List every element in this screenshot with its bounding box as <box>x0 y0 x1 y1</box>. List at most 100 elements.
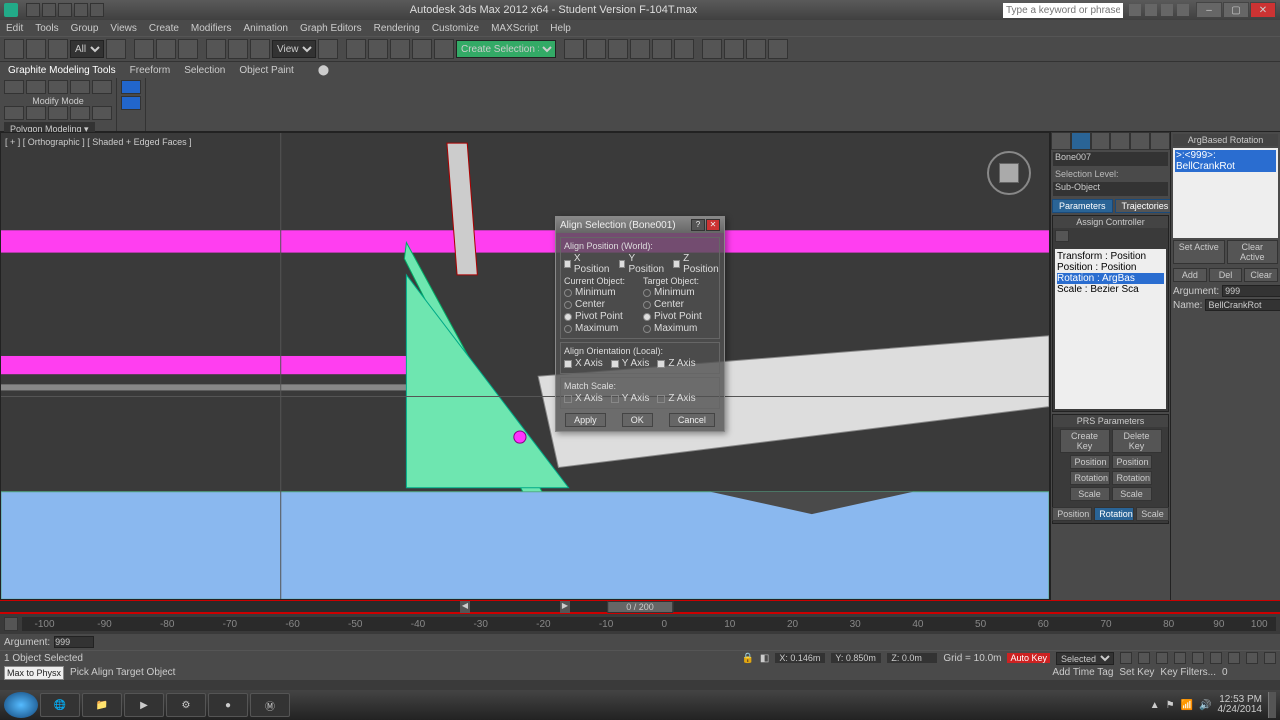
cmdtab-modify-icon[interactable] <box>1150 132 1170 150</box>
add-button[interactable]: Add <box>1173 268 1207 282</box>
cmdtab-create-icon[interactable] <box>1051 132 1071 150</box>
cmdtab-motion-icon[interactable] <box>1071 132 1091 150</box>
tray-expand-icon[interactable]: ▲ <box>1150 700 1160 711</box>
cmdtab-display-icon[interactable] <box>1110 132 1130 150</box>
trajectories-button[interactable]: Trajectories <box>1115 199 1176 213</box>
mm-4-icon[interactable] <box>70 106 90 120</box>
close-button[interactable]: ✕ <box>1250 2 1276 18</box>
menu-modifiers[interactable]: Modifiers <box>191 23 232 34</box>
select-lasso-icon[interactable] <box>156 39 176 59</box>
spinner-snap-icon[interactable] <box>412 39 432 59</box>
scale-y-checkbox[interactable]: Y Axis <box>611 393 650 404</box>
viewport[interactable]: [ + ] [ Orthographic ] [ Shaded + Edged … <box>0 132 1050 600</box>
maximize-button[interactable]: ▢ <box>1223 2 1249 18</box>
tgt-min-radio[interactable]: Minimum <box>643 287 716 298</box>
menu-help[interactable]: Help <box>550 23 571 34</box>
move-icon[interactable] <box>206 39 226 59</box>
menu-tools[interactable]: Tools <box>35 23 58 34</box>
cmdtab-utilities-icon[interactable] <box>1130 132 1150 150</box>
redo-icon[interactable] <box>26 39 46 59</box>
mm-5-icon[interactable] <box>92 106 112 120</box>
mm-1-icon[interactable] <box>4 106 24 120</box>
goto-end-icon[interactable] <box>1192 652 1204 664</box>
apply-button[interactable]: Apply <box>565 413 606 427</box>
argument-status-input[interactable] <box>54 636 94 648</box>
subobj-poly-icon[interactable] <box>70 80 90 94</box>
nav-orbit-icon[interactable] <box>1264 652 1276 664</box>
mm-3-icon[interactable] <box>48 106 68 120</box>
qat-redo-icon[interactable] <box>90 3 104 17</box>
create-position-button[interactable]: Position <box>1070 455 1110 469</box>
maxphysx-button[interactable]: Max to Physx <box>4 666 64 680</box>
y-coord[interactable]: Y: 0.850m <box>831 653 881 663</box>
task-app2-icon[interactable]: ● <box>208 693 248 717</box>
ribbon-pin-icon[interactable]: ⬤ <box>318 65 329 76</box>
render-icon[interactable] <box>746 39 766 59</box>
tray-network-icon[interactable]: 📶 <box>1181 700 1193 711</box>
menu-views[interactable]: Views <box>110 23 137 34</box>
x-coord[interactable]: X: 0.146m <box>775 653 825 663</box>
y-position-checkbox[interactable]: Y Position <box>619 253 666 275</box>
tab-freeform[interactable]: Freeform <box>130 65 171 76</box>
tgt-max-radio[interactable]: Maximum <box>643 323 716 334</box>
dialog-close-icon[interactable]: ✕ <box>706 219 720 231</box>
cancel-button[interactable]: Cancel <box>669 413 715 427</box>
delete-position-button[interactable]: Position <box>1112 455 1152 469</box>
scale-z-checkbox[interactable]: Z Axis <box>657 393 695 404</box>
tree-scale[interactable]: Scale : Bezier Sca <box>1057 284 1164 295</box>
task-3dsmax-icon[interactable]: Ⓜ <box>250 693 290 717</box>
del-button[interactable]: Del <box>1209 268 1243 282</box>
nav-zoomall-icon[interactable] <box>1228 652 1240 664</box>
subobj-border-icon[interactable] <box>48 80 68 94</box>
play-icon[interactable] <box>1156 652 1168 664</box>
create-scale-button[interactable]: Scale <box>1070 487 1110 501</box>
tree-position[interactable]: Position : Position <box>1057 262 1164 273</box>
cmdtab-hierarchy-icon[interactable] <box>1091 132 1111 150</box>
set-active-button[interactable]: Set Active <box>1173 240 1225 264</box>
start-button[interactable] <box>4 692 38 718</box>
orient-z-checkbox[interactable]: Z Axis <box>657 358 695 369</box>
delete-rotation-button[interactable]: Rotation <box>1112 471 1152 485</box>
qat-new-icon[interactable] <box>26 3 40 17</box>
clear-button[interactable]: Clear <box>1244 268 1278 282</box>
scale-icon[interactable] <box>250 39 270 59</box>
rotate-icon[interactable] <box>228 39 248 59</box>
task-media-icon[interactable]: ▶ <box>124 693 164 717</box>
autokey-button[interactable]: Auto Key <box>1007 653 1050 663</box>
orient-x-checkbox[interactable]: X Axis <box>564 358 603 369</box>
subobj-vertex-icon[interactable] <box>4 80 24 94</box>
infocenter-icon[interactable] <box>1129 4 1141 16</box>
select-icon[interactable] <box>106 39 126 59</box>
keymode-dropdown[interactable]: Selected <box>1056 652 1114 665</box>
prs-header[interactable]: PRS Parameters <box>1053 415 1168 427</box>
curve-editor-icon[interactable] <box>630 39 650 59</box>
menu-customize[interactable]: Customize <box>432 23 479 34</box>
object-name-field[interactable]: Bone007 <box>1053 152 1168 166</box>
next-frame-icon[interactable] <box>1174 652 1186 664</box>
z-coord[interactable]: Z: 0.0m <box>887 653 937 663</box>
qat-open-icon[interactable] <box>42 3 56 17</box>
nav-pan-icon[interactable] <box>1246 652 1258 664</box>
cur-center-radio[interactable]: Center <box>564 299 637 310</box>
cur-min-radio[interactable]: Minimum <box>564 287 637 298</box>
delete-scale-button[interactable]: Scale <box>1112 487 1152 501</box>
nav-zoom-icon[interactable] <box>1210 652 1222 664</box>
help-search-input[interactable] <box>1003 3 1123 18</box>
material-editor-icon[interactable] <box>674 39 694 59</box>
x-position-checkbox[interactable]: X Position <box>564 253 611 275</box>
time-prev-icon[interactable]: ◀ <box>460 601 470 613</box>
favorites-icon[interactable] <box>1161 4 1173 16</box>
tray-flag-icon[interactable]: ⚑ <box>1166 700 1175 711</box>
time-next-icon[interactable]: ▶ <box>560 601 570 613</box>
qat-save-icon[interactable] <box>58 3 72 17</box>
manage-sets-icon[interactable] <box>434 39 454 59</box>
select-rect-icon[interactable] <box>134 39 154 59</box>
tree-transform[interactable]: Transform : Position <box>1057 251 1164 262</box>
time-slider[interactable]: ◀ 0 / 200 ▶ <box>0 600 1280 614</box>
refcoord-dropdown[interactable]: View <box>272 40 316 58</box>
prs-position-button[interactable]: Position <box>1052 507 1092 521</box>
pivot-icon[interactable] <box>318 39 338 59</box>
trackbar-ruler[interactable]: -100 -90 -80 -70 -60 -50 -40 -30 -20 -10… <box>22 617 1276 631</box>
addtimetag-button[interactable]: Add Time Tag <box>1052 667 1113 678</box>
align-icon[interactable] <box>586 39 606 59</box>
